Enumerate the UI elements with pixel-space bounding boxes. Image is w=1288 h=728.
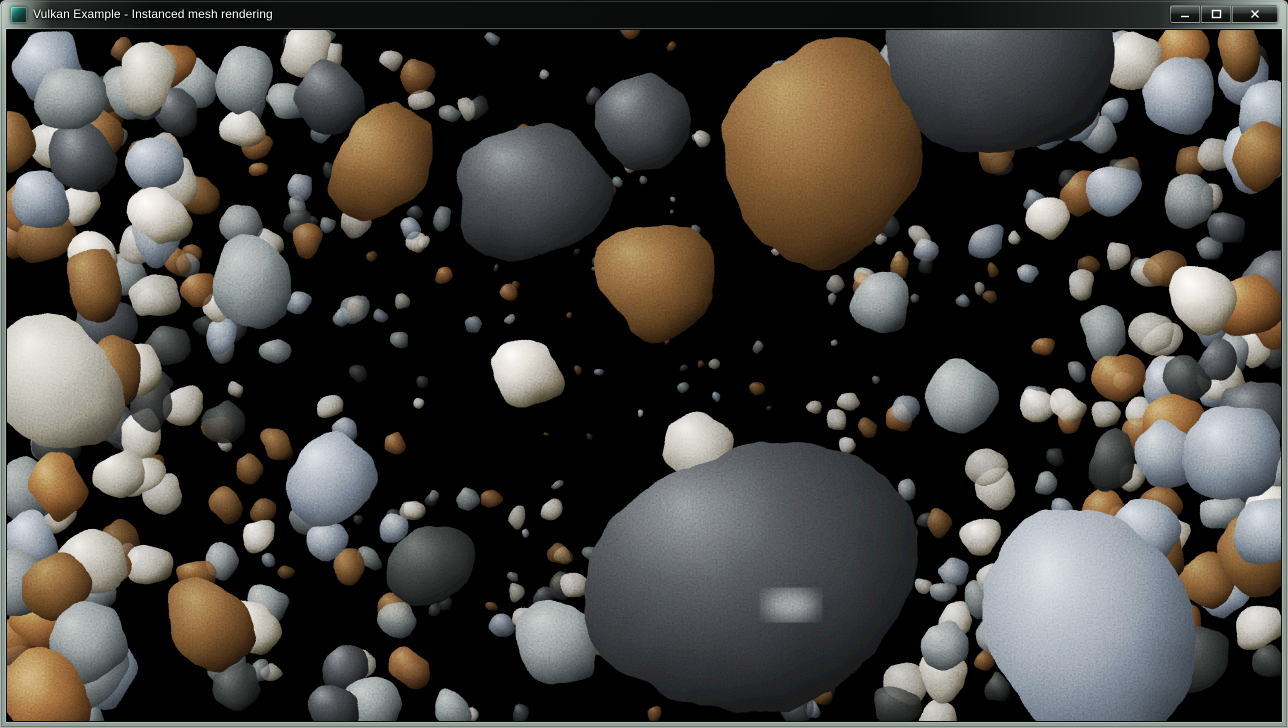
rock [66,249,122,323]
vulkan-app-icon[interactable] [11,7,27,23]
render-viewport[interactable] [6,29,1282,722]
close-button[interactable] [1232,5,1278,23]
maximize-button[interactable] [1201,5,1231,23]
window-controls [1170,5,1278,23]
title-bar[interactable]: Vulkan Example - Instanced mesh renderin… [0,0,1288,29]
window-title: Vulkan Example - Instanced mesh renderin… [33,0,273,29]
maximize-icon [1211,9,1222,19]
close-icon [1250,9,1260,19]
minimize-icon [1180,9,1190,19]
rock [204,400,247,443]
specular-highlights [765,591,817,620]
specular-highlight [765,591,817,620]
scene-svg[interactable] [7,30,1281,721]
rock [129,274,181,319]
rock [1183,409,1280,499]
minimize-button[interactable] [1170,5,1200,23]
rock [572,247,579,253]
app-window: Vulkan Example - Instanced mesh renderin… [0,0,1288,728]
rock [318,396,342,418]
rock [507,571,517,581]
rock [37,67,106,130]
